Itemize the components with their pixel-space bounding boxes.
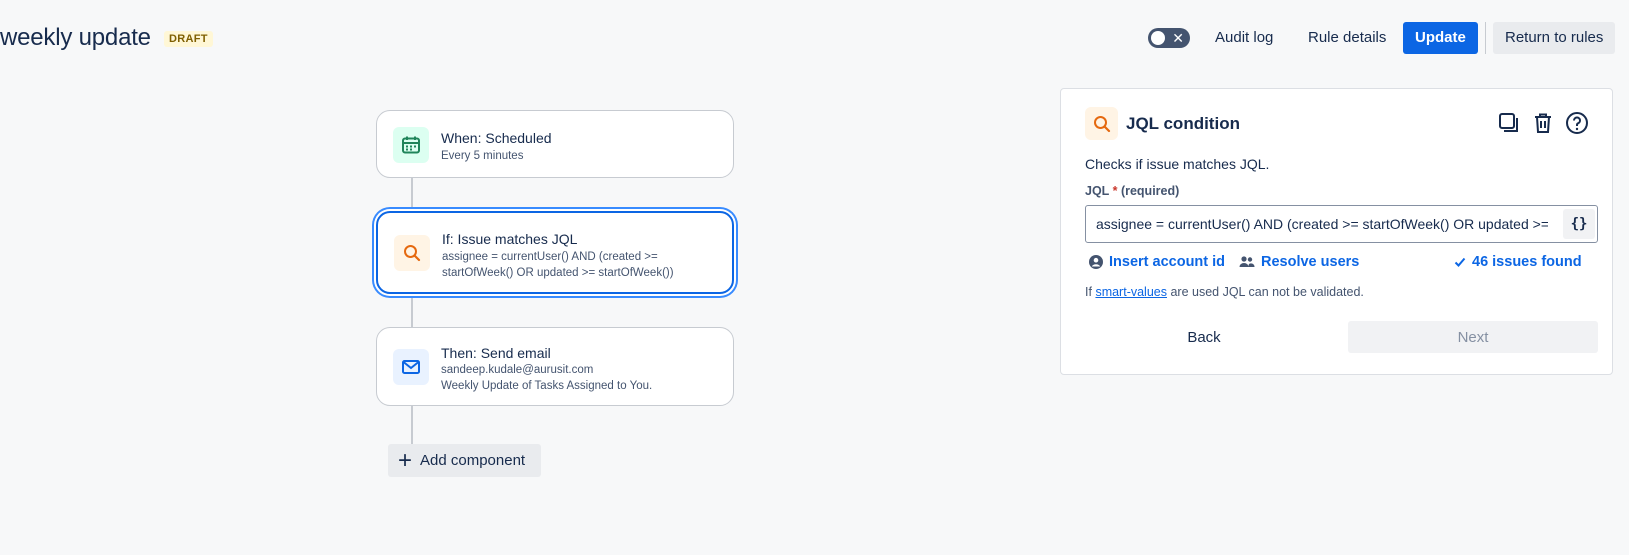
smart-values-note: If smart-values are used JQL can not be … [1085,285,1364,299]
jql-condition-panel: JQL condition Checks if issue matches JQ… [1060,88,1613,375]
resolve-users-link[interactable]: Resolve users [1239,254,1359,270]
rule-details-button[interactable]: Rule details [1298,22,1396,54]
status-badge: DRAFT [164,31,213,47]
help-icon[interactable] [1563,109,1591,137]
plus-icon: + [398,446,413,474]
flow-node-condition[interactable]: If: Issue matches JQL assignee = current… [376,211,734,294]
flow-node-trigger[interactable]: When: Scheduled Every 5 minutes [376,110,734,178]
panel-description: Checks if issue matches JQL. [1085,156,1270,172]
flow-connector [411,406,413,444]
issues-found-link[interactable]: 46 issues found [1454,254,1582,270]
insert-account-id-link[interactable]: Insert account id [1089,254,1225,270]
panel-title: JQL condition [1126,114,1240,133]
note-prefix: If [1085,285,1092,299]
required-text: (required) [1120,184,1180,198]
node-title: If: Issue matches JQL [442,231,578,247]
duplicate-icon[interactable] [1495,109,1523,137]
node-subtitle-summary: Weekly Update of Tasks Assigned to You. [441,380,653,392]
search-icon [1085,107,1118,140]
calendar-icon [393,127,429,163]
people-icon [1239,256,1255,267]
toggle-knob [1151,31,1165,45]
next-button[interactable]: Next [1348,321,1598,353]
rule-enabled-toggle[interactable]: ✕ [1148,28,1190,48]
trash-icon[interactable] [1529,109,1557,137]
header-divider [1485,22,1486,54]
issues-found-label: 46 issues found [1472,254,1582,270]
flow-node-action[interactable]: Then: Send email sandeep.kudale@aurusit.… [376,327,734,406]
panel-toolbar [1495,109,1591,137]
jql-field-label: JQL * (required) [1085,184,1179,198]
update-button[interactable]: Update [1403,22,1478,54]
node-subtitle: Every 5 minutes [441,150,524,162]
flow-connector [411,294,413,327]
note-suffix: are used JQL can not be validated. [1170,285,1364,299]
insert-account-id-label: Insert account id [1109,254,1226,270]
smart-value-button[interactable]: {} [1563,209,1595,239]
audit-log-button[interactable]: Audit log [1205,22,1283,54]
add-component-label: Add component [420,452,526,469]
required-mark: * [1112,184,1118,198]
node-subtitle-email: sandeep.kudale@aurusit.com [441,364,594,376]
check-icon [1454,257,1466,267]
jql-label-text: JQL [1085,184,1110,198]
user-avatar-icon [1089,255,1103,269]
close-icon: ✕ [1172,30,1184,46]
rule-title: weekly update [0,24,151,51]
jql-input-wrapper: {} [1085,205,1598,243]
flow-connector [411,178,413,209]
resolve-users-label: Resolve users [1261,254,1360,270]
back-button[interactable]: Back [1085,321,1323,353]
node-title: Then: Send email [441,345,551,361]
node-subtitle: assignee = currentUser() AND (created >=… [442,251,674,279]
return-to-rules-button[interactable]: Return to rules [1493,22,1616,54]
node-title: When: Scheduled [441,130,552,146]
add-component-button[interactable]: + Add component [388,444,541,477]
jql-input[interactable] [1086,206,1558,242]
search-icon [394,235,430,271]
smart-values-link[interactable]: smart-values [1095,285,1167,299]
mail-icon [393,349,429,385]
